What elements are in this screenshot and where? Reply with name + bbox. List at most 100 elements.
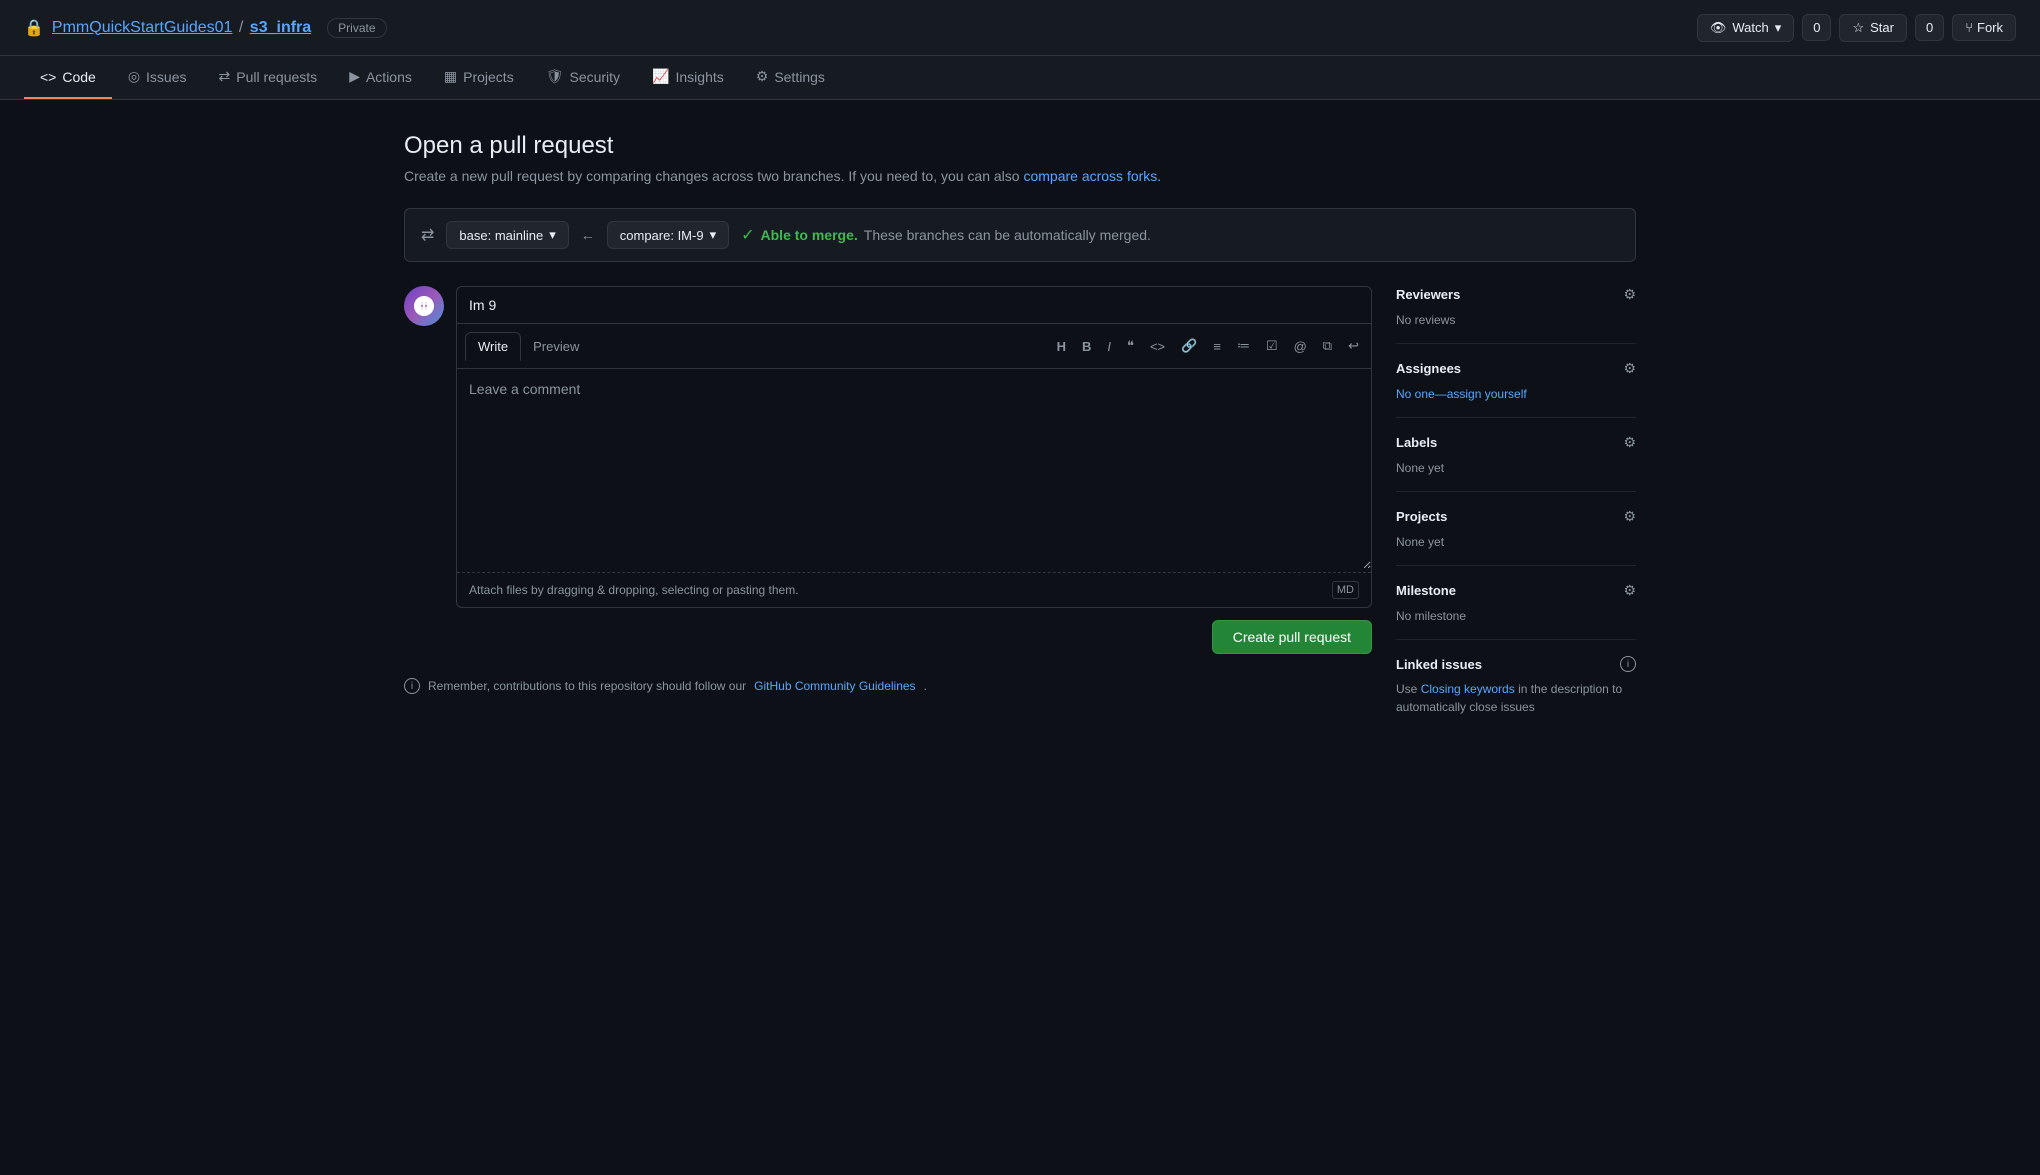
tab-issues-label: Issues	[146, 69, 186, 85]
pr-editor: Write Preview H B I ❝ <> 🔗 ≡ ≔ ☑ @	[456, 286, 1372, 608]
merge-auto-text: These branches can be automatically merg…	[864, 227, 1151, 243]
chevron-down-icon: ▾	[1775, 20, 1782, 36]
tab-actions-label: Actions	[366, 69, 412, 85]
info-icon: i	[404, 678, 420, 694]
linked-issues-header: Linked issues i	[1396, 656, 1636, 672]
reviewers-title: Reviewers	[1396, 287, 1460, 302]
tab-settings[interactable]: ⚙ Settings	[740, 56, 841, 99]
preview-tab[interactable]: Preview	[521, 333, 591, 360]
linked-issues-title: Linked issues	[1396, 657, 1482, 672]
footer-period: .	[924, 679, 927, 693]
projects-header: Projects ⚙	[1396, 508, 1636, 525]
sidebar-milestone-section: Milestone ⚙ No milestone	[1396, 566, 1636, 640]
tab-projects[interactable]: ▦ Projects	[428, 56, 530, 99]
pr-icon: ⇄	[219, 68, 231, 85]
merge-check-icon: ✓	[741, 225, 754, 245]
repo-owner-link[interactable]: PmmQuickStartGuides01	[52, 19, 233, 36]
compare-branch-dropdown[interactable]: compare: IM-9 ▾	[607, 221, 729, 249]
private-badge: Private	[327, 18, 386, 38]
base-branch-dropdown[interactable]: base: mainline ▾	[446, 221, 568, 249]
assignees-gear-icon[interactable]: ⚙	[1623, 360, 1636, 377]
repo-path: PmmQuickStartGuides01 / s3_infra	[52, 19, 311, 37]
cross-ref-icon[interactable]: ⧉	[1319, 336, 1336, 356]
task-list-icon[interactable]: ☑	[1262, 336, 1282, 356]
pr-title-input[interactable]	[457, 287, 1371, 324]
merge-able-text: Able to merge.	[761, 227, 858, 243]
settings-icon: ⚙	[756, 68, 769, 85]
markdown-icon: MD	[1332, 581, 1359, 599]
star-button[interactable]: ☆ Star	[1839, 14, 1907, 42]
fork-button[interactable]: ⑂ Fork	[1952, 14, 2016, 41]
reviewers-header: Reviewers ⚙	[1396, 286, 1636, 303]
link-icon[interactable]: 🔗	[1177, 336, 1201, 356]
footer-info-text: Remember, contributions to this reposito…	[428, 679, 746, 693]
assignees-value[interactable]: No one—assign yourself	[1396, 387, 1527, 401]
compare-forks-link[interactable]: compare across forks.	[1023, 168, 1161, 184]
mention-icon[interactable]: @	[1290, 337, 1311, 356]
watch-button[interactable]: 👁 Watch ▾	[1697, 14, 1794, 42]
form-actions: Create pull request	[404, 620, 1372, 654]
quote-icon[interactable]: ❝	[1123, 336, 1138, 356]
linked-issues-info-icon: i	[1620, 656, 1636, 672]
write-tab[interactable]: Write	[465, 332, 521, 361]
file-attach-area: Attach files by dragging & dropping, sel…	[457, 572, 1371, 607]
sidebar-reviewers-section: Reviewers ⚙ No reviews	[1396, 286, 1636, 344]
projects-gear-icon[interactable]: ⚙	[1623, 508, 1636, 525]
compare-branch-label: compare: IM-9	[620, 228, 704, 243]
reviewers-gear-icon[interactable]: ⚙	[1623, 286, 1636, 303]
form-with-avatar: Write Preview H B I ❝ <> 🔗 ≡ ≔ ☑ @	[404, 286, 1372, 608]
sidebar-projects-section: Projects ⚙ None yet	[1396, 492, 1636, 566]
fork-icon: ⑂	[1965, 20, 1973, 35]
community-guidelines-link[interactable]: GitHub Community Guidelines	[754, 679, 915, 693]
tab-security[interactable]: 🛡 Security	[530, 56, 636, 99]
repo-name-link[interactable]: s3_infra	[250, 19, 311, 36]
code-icon[interactable]: <>	[1146, 337, 1169, 356]
toolbar-icons: H B I ❝ <> 🔗 ≡ ≔ ☑ @ ⧉ ↩	[1053, 336, 1363, 356]
tab-insights-label: Insights	[676, 69, 724, 85]
assignees-header: Assignees ⚙	[1396, 360, 1636, 377]
undo-icon[interactable]: ↩	[1344, 336, 1363, 356]
watch-label: Watch	[1732, 20, 1768, 35]
repo-separator: /	[239, 19, 243, 36]
swap-branches-icon: ⇄	[421, 225, 434, 245]
numbered-list-icon[interactable]: ≔	[1233, 336, 1254, 356]
tab-code-label: Code	[62, 69, 95, 85]
top-header: 🔒 PmmQuickStartGuides01 / s3_infra Priva…	[0, 0, 2040, 56]
tab-code[interactable]: <> Code	[24, 56, 112, 99]
pr-form-container: Write Preview H B I ❝ <> 🔗 ≡ ≔ ☑ @	[404, 286, 1636, 716]
page-subtitle: Create a new pull request by comparing c…	[404, 168, 1636, 184]
milestone-header: Milestone ⚙	[1396, 582, 1636, 599]
insights-icon: 📈	[652, 68, 669, 85]
heading-icon[interactable]: H	[1053, 337, 1070, 356]
assignees-title: Assignees	[1396, 361, 1461, 376]
milestone-gear-icon[interactable]: ⚙	[1623, 582, 1636, 599]
italic-icon[interactable]: I	[1103, 337, 1115, 356]
base-branch-label: base: mainline	[459, 228, 543, 243]
issues-icon: ◎	[128, 68, 140, 85]
tab-actions[interactable]: ▶ Actions	[333, 56, 428, 99]
sidebar-labels-section: Labels ⚙ None yet	[1396, 418, 1636, 492]
editor-toolbar: Write Preview H B I ❝ <> 🔗 ≡ ≔ ☑ @	[457, 324, 1371, 369]
bold-icon[interactable]: B	[1078, 337, 1095, 356]
star-icon: ☆	[1852, 20, 1864, 36]
pr-body-textarea[interactable]	[457, 369, 1371, 569]
tab-issues[interactable]: ◎ Issues	[112, 56, 203, 99]
lock-icon: 🔒	[24, 18, 44, 38]
labels-gear-icon[interactable]: ⚙	[1623, 434, 1636, 451]
tab-settings-label: Settings	[774, 69, 825, 85]
tab-security-label: Security	[569, 69, 620, 85]
closing-keywords-link[interactable]: Closing keywords	[1421, 682, 1515, 696]
header-actions: 👁 Watch ▾ 0 ☆ Star 0 ⑂ Fork	[1697, 14, 2016, 42]
milestone-title: Milestone	[1396, 583, 1456, 598]
create-pr-button[interactable]: Create pull request	[1212, 620, 1372, 654]
bottom-info: i Remember, contributions to this reposi…	[404, 678, 1372, 694]
merge-status: ✓ Able to merge. These branches can be a…	[741, 225, 1151, 245]
labels-header: Labels ⚙	[1396, 434, 1636, 451]
tab-insights[interactable]: 📈 Insights	[636, 56, 740, 99]
tab-pull-requests[interactable]: ⇄ Pull requests	[203, 56, 334, 99]
fork-label: Fork	[1977, 20, 2003, 35]
security-icon: 🛡	[546, 68, 564, 85]
bullet-list-icon[interactable]: ≡	[1209, 337, 1225, 356]
milestone-value: No milestone	[1396, 609, 1466, 623]
watch-count: 0	[1802, 14, 1831, 41]
